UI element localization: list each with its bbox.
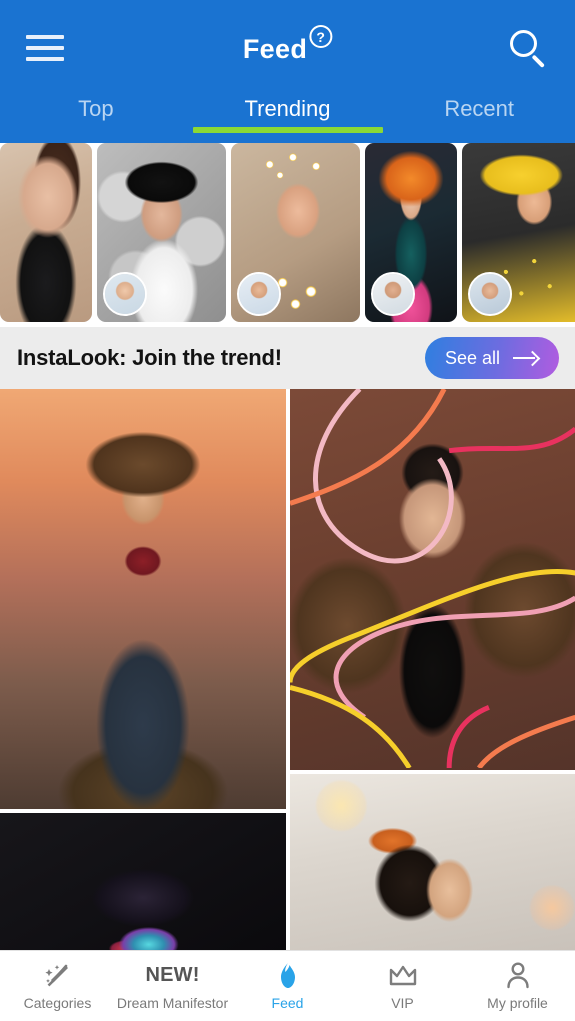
feed-column-left (0, 389, 286, 950)
feed-card-bokeh-profile[interactable] (289, 774, 575, 950)
search-handle (531, 54, 545, 68)
avatar[interactable] (468, 272, 512, 316)
bottom-navigation: Categories NEW! Dream Manifestor Feed VI… (0, 950, 575, 1021)
avatar[interactable] (103, 272, 147, 316)
tab-label: Top (78, 96, 114, 121)
promo-banner: InstaLook: Join the trend! See all (0, 327, 575, 389)
nav-label: Dream Manifestor (116, 994, 229, 1011)
hamburger-line (26, 35, 64, 39)
feed-card-image (289, 774, 575, 950)
tab-label: Trending (244, 96, 331, 121)
page-title-group: Feed ? (242, 25, 333, 65)
top-bar: Feed ? (0, 0, 575, 96)
nav-item-vip[interactable]: VIP (345, 951, 460, 1021)
new-text-badge: NEW! (145, 962, 199, 990)
see-all-label: See all (444, 347, 500, 368)
feed-card-cowboy[interactable] (0, 389, 286, 809)
hamburger-menu-icon[interactable] (26, 27, 68, 69)
banner-title: InstaLook: Join the trend! (17, 345, 282, 370)
magic-wand-icon (44, 962, 72, 990)
tab-recent[interactable]: Recent (383, 96, 575, 129)
nav-item-dream-manifestor[interactable]: NEW! Dream Manifestor (115, 951, 230, 1021)
story-card-2[interactable] (97, 143, 226, 322)
feed-card-dark-neon[interactable] (0, 813, 286, 950)
tab-trending[interactable]: Trending (192, 96, 384, 129)
see-all-button[interactable]: See all (424, 337, 559, 379)
story-strip[interactable] (0, 143, 575, 327)
feed-card-leather-jacket[interactable] (289, 389, 575, 770)
story-card-1[interactable] (0, 143, 92, 322)
feed-column-right (289, 389, 575, 950)
arrow-right-icon (513, 352, 539, 364)
page-title: Feed (242, 34, 308, 64)
nav-item-my-profile[interactable]: My profile (460, 951, 575, 1021)
avatar-image (373, 274, 413, 314)
story-card-5[interactable] (462, 143, 575, 322)
story-card-4[interactable] (365, 143, 457, 322)
avatar[interactable] (371, 272, 415, 316)
avatar-image (470, 274, 510, 314)
feed-card-image (0, 813, 286, 950)
tab-top[interactable]: Top (0, 96, 192, 129)
nav-label: Feed (271, 994, 304, 1011)
tab-bar: Top Trending Recent (0, 96, 575, 143)
app-header: Feed ? Top Trending Recent (0, 0, 575, 143)
person-icon (505, 962, 531, 990)
avatar[interactable] (237, 272, 281, 316)
nav-label: VIP (391, 994, 414, 1011)
nav-item-categories[interactable]: Categories (0, 951, 115, 1021)
feed-card-image (0, 389, 286, 809)
nav-label: My profile (487, 994, 548, 1011)
story-card-3[interactable] (231, 143, 360, 322)
crown-icon (388, 962, 418, 990)
feed-grid (0, 389, 575, 950)
story-image (0, 143, 92, 322)
search-icon[interactable] (505, 26, 549, 70)
hamburger-line (26, 46, 64, 50)
flame-icon (275, 962, 301, 990)
decorative-lines-overlay (289, 389, 575, 768)
app-root: Feed ? Top Trending Recent InstaLook: Jo… (0, 0, 575, 1021)
help-icon[interactable]: ? (309, 25, 333, 48)
tab-label: Recent (444, 96, 515, 121)
nav-label: Categories (23, 994, 92, 1011)
hamburger-line (26, 57, 64, 61)
avatar-image (239, 274, 279, 314)
new-badge-label: NEW! (145, 964, 200, 986)
search-circle (510, 30, 537, 57)
avatar-image (105, 274, 145, 314)
nav-item-feed[interactable]: Feed (230, 951, 345, 1021)
